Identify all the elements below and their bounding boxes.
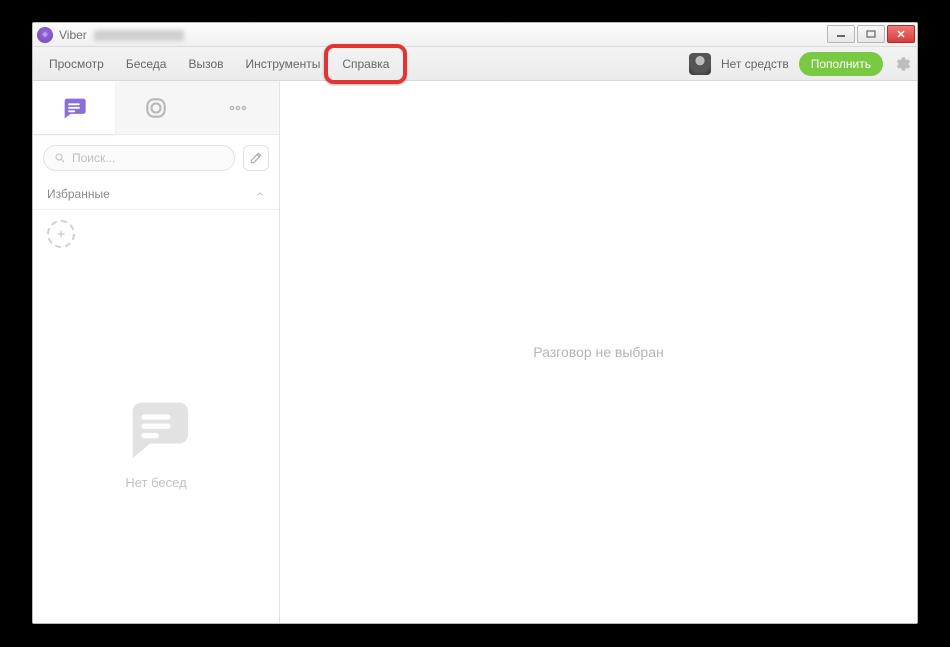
avatar[interactable] [689,53,711,75]
title-prefix: Viber [59,28,87,42]
empty-chats-icon [121,391,191,461]
minimize-icon [836,30,846,38]
title-redacted [94,30,184,41]
window-title: Viber [59,28,184,42]
content: Избранные Нет бесед [33,81,917,623]
more-icon [224,94,252,122]
favorites-body [33,210,279,258]
balance-text: Нет средств [721,57,789,71]
gear-icon [893,55,911,73]
plus-icon [55,228,67,240]
sidebar-tabs [33,81,279,135]
sidebar-empty: Нет бесед [33,258,279,623]
favorites-header[interactable]: Избранные [33,179,279,210]
empty-label: Нет бесед [125,475,186,490]
tab-more[interactable] [197,81,279,134]
sidebar: Избранные Нет бесед [33,81,280,623]
minimize-button[interactable] [827,25,855,43]
search-container[interactable] [43,145,235,171]
compose-icon [249,151,263,165]
favorites-label: Избранные [47,187,110,201]
main-empty-text: Разговор не выбран [533,344,663,360]
public-icon [142,94,170,122]
settings-button[interactable] [893,55,911,73]
menu-call[interactable]: Вызов [178,51,233,77]
search-row [33,135,279,179]
search-input[interactable] [72,151,224,165]
menubar: Просмотр Беседа Вызов Инструменты Справк… [33,47,917,81]
menu-help[interactable]: Справка [332,51,399,77]
close-button[interactable] [887,25,915,43]
add-favorite-button[interactable] [47,220,75,248]
search-icon [54,152,66,164]
main-area: Разговор не выбран [280,81,917,623]
close-icon [896,30,906,38]
tab-chats[interactable] [33,81,115,134]
titlebar: Viber [33,23,917,47]
window-controls [827,25,915,43]
chats-icon [60,94,88,122]
menu-conversation[interactable]: Беседа [116,51,177,77]
menu-view[interactable]: Просмотр [39,51,114,77]
app-window: Viber Просмотр Беседа Вызов Инструменты … [32,22,918,624]
topup-button[interactable]: Пополнить [799,52,883,76]
app-icon [37,27,53,43]
menubar-right: Нет средств Пополнить [689,52,911,76]
menu-tools[interactable]: Инструменты [236,51,331,77]
maximize-button[interactable] [857,25,885,43]
chevron-up-icon [255,189,265,199]
compose-button[interactable] [243,145,269,171]
maximize-icon [866,30,876,38]
tab-public[interactable] [115,81,197,134]
